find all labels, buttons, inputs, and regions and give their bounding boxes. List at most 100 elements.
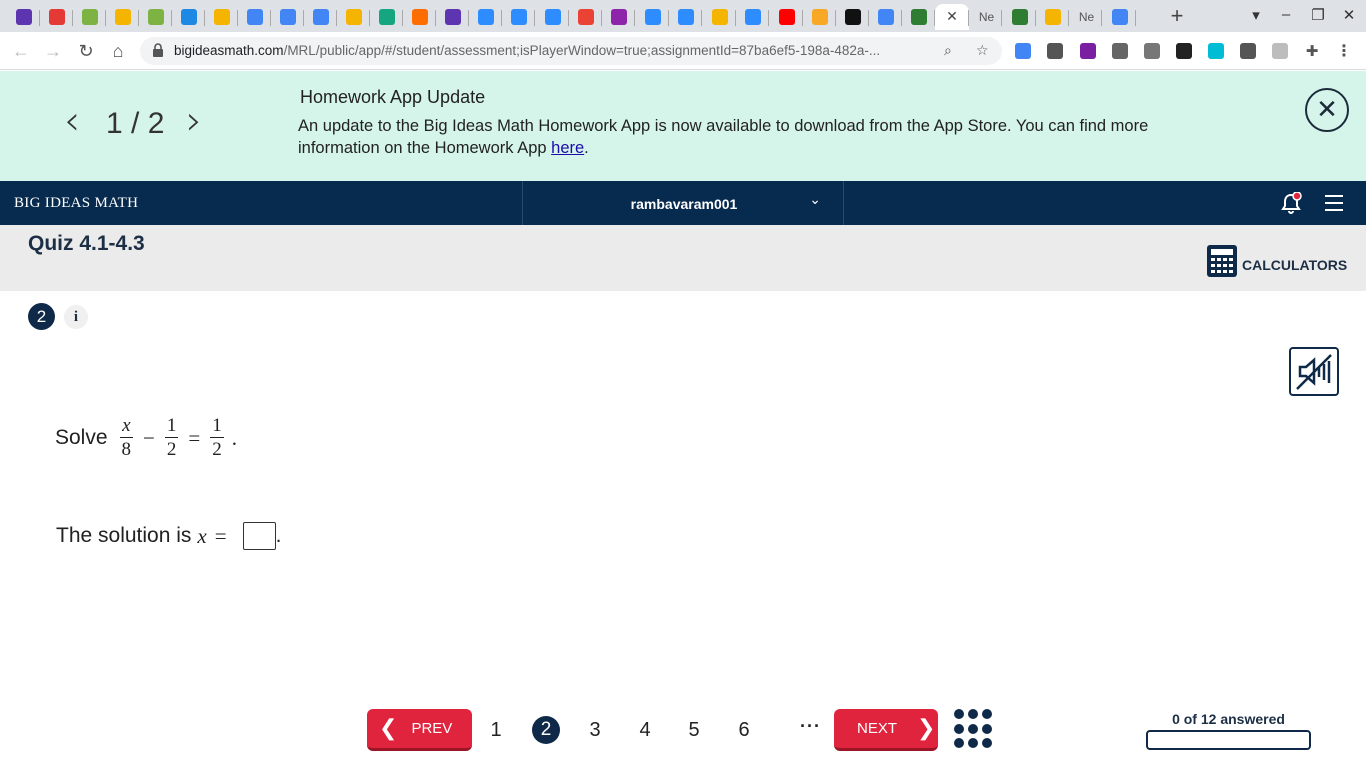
chevron-right-icon: ❯: [917, 716, 936, 741]
page-number-1[interactable]: 1: [481, 716, 511, 744]
browser-tab[interactable]: [271, 4, 304, 30]
browser-tab[interactable]: [736, 4, 769, 30]
browser-tab[interactable]: [304, 4, 337, 30]
browser-tab[interactable]: [370, 4, 403, 30]
b-icon: [844, 9, 861, 25]
next-button[interactable]: NEXT ❯: [834, 709, 938, 751]
banner-pager: 1 / 2: [106, 107, 165, 140]
browser-tab[interactable]: [669, 4, 702, 30]
browser-tab[interactable]: [536, 4, 569, 30]
google-icon: [877, 9, 894, 25]
circle-ext-icon[interactable]: [1208, 43, 1224, 59]
b-ext-icon[interactable]: [1272, 43, 1288, 59]
zoom-icon: [644, 9, 661, 25]
bim-icon: [910, 9, 927, 25]
browser-tab[interactable]: [238, 4, 271, 30]
browser-tab[interactable]: ✕: [935, 4, 969, 30]
more-pages-button[interactable]: ···: [800, 716, 821, 737]
banner-body: An update to the Big Ideas Math Homework…: [298, 117, 1149, 157]
banner-here-link[interactable]: here: [551, 139, 584, 157]
zoom-icon: [677, 9, 694, 25]
answer-input[interactable]: [242, 522, 276, 550]
slides-icon: [345, 9, 362, 25]
new-tab-button[interactable]: +: [1166, 5, 1188, 28]
window-close-icon[interactable]: ✕: [1339, 6, 1359, 24]
browser-tab[interactable]: [139, 4, 172, 30]
docs-icon: [246, 9, 263, 25]
browser-tab[interactable]: [436, 4, 469, 30]
page-number-5[interactable]: 5: [679, 716, 709, 744]
browser-tab[interactable]: [205, 4, 238, 30]
app-header: BIG IDEAS MATH rambavaram001 ⌄: [0, 181, 1366, 225]
notification-bell-icon[interactable]: [1280, 192, 1302, 214]
banner-prev-icon[interactable]: ‹: [64, 101, 80, 141]
stack-icon[interactable]: [1144, 43, 1160, 59]
page-number-4[interactable]: 4: [630, 716, 660, 744]
zoom-icon[interactable]: ⌕: [944, 42, 952, 59]
browser-tab[interactable]: [703, 4, 736, 30]
browser-tab[interactable]: Ne: [1069, 4, 1102, 30]
prev-button[interactable]: ❮ PREV: [367, 709, 472, 751]
browser-tab[interactable]: [803, 4, 836, 30]
browser-tab[interactable]: [106, 4, 139, 30]
browser-tab[interactable]: [636, 4, 669, 30]
restore-icon[interactable]: ❐: [1308, 6, 1328, 24]
puzzle-icon[interactable]: ✚: [1304, 43, 1320, 60]
browser-tab[interactable]: [902, 4, 935, 30]
calculators-label: CALCULATORS: [1242, 257, 1348, 273]
tab-search-icon[interactable]: ▾: [1246, 6, 1266, 24]
browser-tab[interactable]: [40, 4, 73, 30]
banner-close-button[interactable]: ✕: [1305, 88, 1349, 132]
info-icon[interactable]: i: [64, 305, 88, 329]
reload-icon[interactable]: ↻: [75, 40, 97, 62]
camera-icon[interactable]: [1047, 43, 1063, 59]
browser-tab[interactable]: [502, 4, 535, 30]
page-number-3[interactable]: 3: [580, 716, 610, 744]
hamburger-menu-icon[interactable]: [1325, 195, 1343, 211]
browser-tab[interactable]: Ne: [969, 4, 1002, 30]
answer-prefix: The solution is: [56, 524, 192, 547]
zoom-icon: [510, 9, 527, 25]
l-icon[interactable]: [1240, 43, 1256, 59]
browser-tab[interactable]: [1036, 4, 1069, 30]
draw-icon[interactable]: [1112, 43, 1128, 59]
browser-tab[interactable]: [1103, 4, 1136, 30]
browser-tab[interactable]: [403, 4, 436, 30]
home-icon[interactable]: ⌂: [107, 40, 129, 62]
question-grid-icon[interactable]: [954, 709, 994, 749]
browser-tab[interactable]: [7, 4, 40, 30]
browser-tab[interactable]: [602, 4, 635, 30]
browser-tab[interactable]: [836, 4, 869, 30]
calculators-button[interactable]: CALCULATORS: [1206, 245, 1347, 277]
audio-mute-button[interactable]: [1289, 347, 1339, 396]
zoom-icon: [544, 9, 561, 25]
tab-title: Ne: [1078, 10, 1095, 24]
browser-tab[interactable]: [172, 4, 205, 30]
browser-tab[interactable]: [869, 4, 902, 30]
address-bar[interactable]: bigideasmath.com/MRL/public/app/#/studen…: [140, 37, 1002, 65]
page-number-6[interactable]: 6: [729, 716, 759, 744]
more-icon[interactable]: ⋮: [1336, 43, 1352, 60]
translate-icon[interactable]: [1015, 43, 1031, 59]
browser-tab[interactable]: [1003, 4, 1036, 30]
user-menu[interactable]: rambavaram001 ⌄: [522, 181, 844, 225]
url-text: bigideasmath.com/MRL/public/app/#/studen…: [174, 43, 881, 58]
puzzle-purple-icon[interactable]: [1080, 43, 1096, 59]
pencil-icon: [811, 9, 828, 25]
page-number-2[interactable]: 2: [532, 716, 560, 744]
browser-tab[interactable]: [569, 4, 602, 30]
browser-tab[interactable]: [337, 4, 370, 30]
banner-next-icon[interactable]: ›: [186, 101, 202, 141]
youtube-icon: [778, 9, 795, 25]
minimize-icon[interactable]: –: [1276, 6, 1296, 23]
classroom-icon: [1044, 9, 1061, 25]
browser-tab[interactable]: [73, 4, 106, 30]
brand-logo[interactable]: BIG IDEAS MATH: [14, 195, 138, 212]
browser-tab[interactable]: [469, 4, 502, 30]
bookmark-star-icon[interactable]: ☆: [976, 42, 989, 59]
spy-icon[interactable]: [1176, 43, 1192, 59]
browser-tab[interactable]: [770, 4, 803, 30]
back-icon[interactable]: ←: [10, 40, 32, 62]
forward-icon[interactable]: →: [42, 40, 64, 62]
google-icon: [1111, 9, 1128, 25]
